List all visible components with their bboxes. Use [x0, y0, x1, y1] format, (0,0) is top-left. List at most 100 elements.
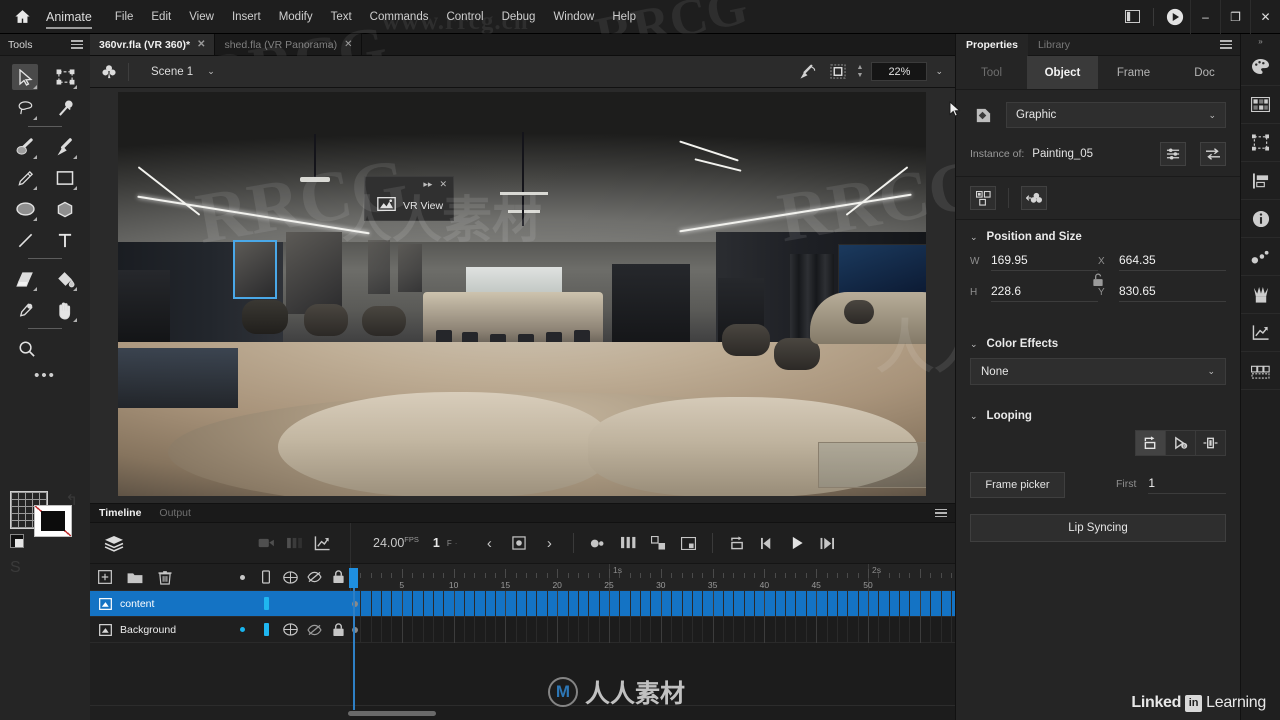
x-field[interactable]: X 664.35 — [1098, 253, 1226, 271]
play-circle-icon[interactable] — [1160, 0, 1190, 34]
color-effect-select[interactable]: None ⌄ — [970, 358, 1226, 385]
doc-tab-shed[interactable]: shed.fla (VR Panorama) ✕ — [215, 34, 363, 55]
swatches-icon[interactable] — [1241, 86, 1280, 124]
info-icon[interactable] — [1241, 200, 1280, 238]
black-white-swatch-button[interactable] — [10, 534, 24, 548]
doc-tab-360vr[interactable]: 360vr.fla (VR 360)* ✕ — [90, 34, 216, 55]
selected-painting-instance[interactable] — [233, 240, 277, 299]
loop-icon[interactable] — [1135, 430, 1166, 456]
align-icon[interactable] — [1241, 162, 1280, 200]
stage-area[interactable]: ▸▸ ✕ VR View — [90, 88, 955, 503]
create-tween-icon[interactable] — [584, 529, 612, 557]
layer-lock-icon[interactable] — [326, 622, 350, 637]
break-apart-icon[interactable] — [970, 186, 996, 210]
symbol-type-select[interactable]: Graphic ⌄ — [1006, 102, 1226, 128]
frame-row-background[interactable] — [350, 617, 955, 643]
hamburger-icon[interactable] — [71, 38, 90, 51]
close-icon[interactable]: ✕ — [197, 39, 205, 50]
first-frame-field[interactable]: First 1 — [1116, 476, 1226, 494]
instance-settings-icon[interactable] — [1160, 142, 1186, 166]
chevron-down-icon[interactable]: ⌄ — [935, 66, 943, 77]
width-value[interactable]: 169.95 — [991, 253, 1098, 271]
more-tools-button[interactable]: ••• — [0, 367, 90, 384]
instance-name-value[interactable]: Painting_05 — [1032, 148, 1093, 160]
layer-show-icon[interactable] — [278, 623, 302, 636]
vr-view-panel[interactable]: ▸▸ ✕ VR View — [364, 176, 454, 221]
layers-icon[interactable] — [90, 535, 138, 552]
home-icon[interactable] — [0, 0, 44, 34]
layer-hide-icon[interactable] — [302, 624, 326, 636]
collapse-icon[interactable]: ▸▸ — [423, 179, 432, 190]
duplicate-symbol-icon[interactable] — [1021, 186, 1047, 210]
step-back-icon[interactable] — [753, 529, 781, 557]
hand-tool[interactable] — [52, 297, 78, 323]
asset-warp-tool[interactable] — [52, 95, 78, 121]
close-button[interactable]: ✕ — [1250, 0, 1280, 34]
timeline-ruler[interactable]: 1s 2s 5 10 15 20 25 30 35 40 45 50 — [350, 564, 955, 591]
menu-edit[interactable]: Edit — [142, 0, 180, 34]
layer-keyframe-dot[interactable] — [230, 627, 254, 632]
tab-output[interactable]: Output — [150, 504, 200, 523]
y-field[interactable]: Y 830.65 — [1098, 284, 1226, 302]
lip-syncing-button[interactable]: Lip Syncing — [970, 514, 1226, 542]
tab-timeline[interactable]: Timeline — [90, 504, 150, 523]
panel-layout-icon[interactable] — [1117, 0, 1147, 34]
menu-commands[interactable]: Commands — [361, 0, 438, 34]
hamburger-icon[interactable] — [935, 507, 955, 520]
free-transform-tool[interactable] — [52, 64, 78, 90]
delete-layer-icon[interactable] — [150, 564, 180, 591]
tab-library[interactable]: Library — [1028, 34, 1080, 56]
frame-picker-icon[interactable] — [1241, 352, 1280, 390]
layer-row-content[interactable]: content — [90, 591, 350, 617]
chevron-down-icon[interactable]: ⌄ — [193, 66, 215, 77]
insert-frame-icon[interactable] — [614, 529, 642, 557]
stroke-color-swatch[interactable] — [41, 511, 65, 531]
eyedropper-tool[interactable] — [12, 297, 38, 323]
prev-keyframe-button[interactable]: ‹ — [475, 529, 503, 557]
lock-layers-icon[interactable] — [326, 570, 350, 584]
single-frame-icon[interactable] — [1195, 430, 1226, 456]
menu-modify[interactable]: Modify — [270, 0, 322, 34]
loop-playback-icon[interactable] — [723, 529, 751, 557]
current-frame-value[interactable]: 1 — [433, 536, 440, 550]
text-tool[interactable] — [52, 227, 78, 253]
polystar-tool[interactable] — [52, 196, 78, 222]
insert-keyframe-icon[interactable] — [505, 529, 533, 557]
selection-tool[interactable] — [12, 64, 38, 90]
maximize-button[interactable]: ❐ — [1220, 0, 1250, 34]
unlock-icon[interactable] — [1092, 273, 1105, 292]
menu-text[interactable]: Text — [322, 0, 361, 34]
play-once-icon[interactable]: 0 — [1165, 430, 1196, 456]
segment-object[interactable]: Object — [1027, 56, 1098, 89]
layer-outline-bar[interactable] — [254, 597, 278, 610]
new-folder-icon[interactable] — [120, 564, 150, 591]
next-keyframe-button[interactable]: › — [535, 529, 563, 557]
menu-help[interactable]: Help — [603, 0, 645, 34]
width-field[interactable]: W 169.95 — [970, 253, 1098, 271]
fps-value[interactable]: 24.00FPS — [373, 535, 419, 550]
graph-editor-icon[interactable] — [1241, 314, 1280, 352]
brush-library-icon[interactable] — [1241, 276, 1280, 314]
lasso-tool[interactable] — [12, 95, 38, 121]
playhead-knob[interactable] — [349, 568, 358, 588]
camera-icon[interactable] — [252, 529, 280, 557]
close-icon[interactable]: ✕ — [344, 39, 352, 50]
scene-symbol-icon[interactable] — [90, 64, 128, 79]
motion-presets-icon[interactable] — [1241, 238, 1280, 276]
tab-properties[interactable]: Properties — [956, 33, 1028, 56]
close-icon[interactable]: ✕ — [439, 179, 447, 190]
paint-bucket-tool[interactable] — [52, 266, 78, 292]
segment-doc[interactable]: Doc — [1169, 56, 1240, 89]
onion-skin-icon[interactable] — [280, 529, 308, 557]
y-value[interactable]: 830.65 — [1119, 284, 1226, 302]
zoom-tool[interactable] — [14, 336, 40, 362]
swap-symbol-icon[interactable] — [1200, 142, 1226, 166]
segment-tool[interactable]: Tool — [956, 56, 1027, 89]
menu-insert[interactable]: Insert — [223, 0, 270, 34]
color-palette-icon[interactable] — [1241, 48, 1280, 86]
frame-picker-button[interactable]: Frame picker — [970, 472, 1065, 498]
transform-icon[interactable] — [1241, 124, 1280, 162]
position-and-size-header[interactable]: ⌄ Position and Size — [956, 220, 1240, 251]
minimize-button[interactable]: – — [1190, 0, 1220, 34]
height-value[interactable]: 228.6 — [991, 284, 1098, 302]
